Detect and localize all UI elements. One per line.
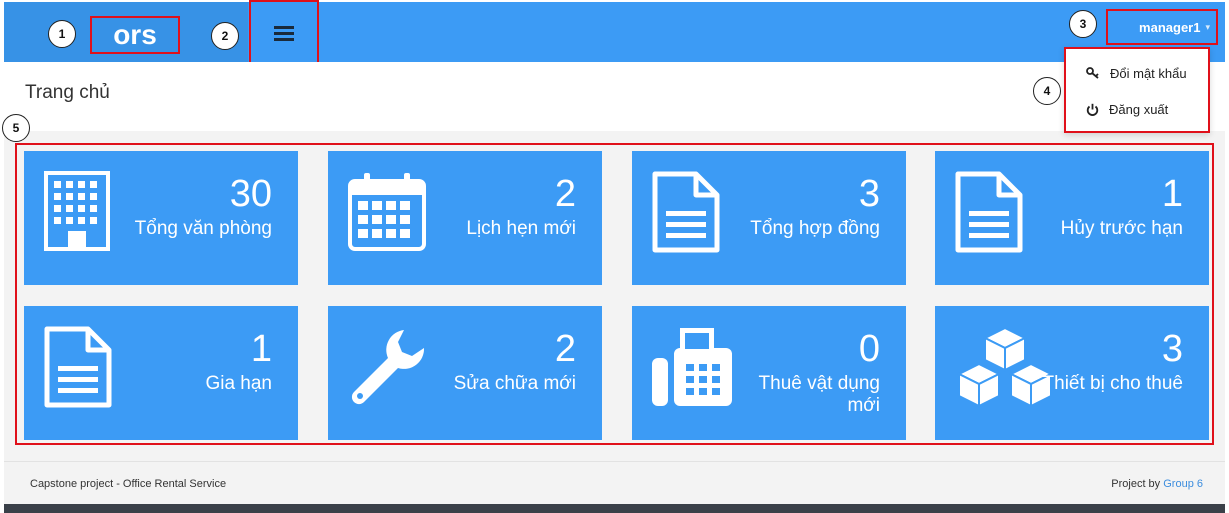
- tile-label: Tổng hợp đồng: [750, 218, 880, 239]
- tile-equipment-rental[interactable]: 0 Thuê vật dụng mới: [632, 306, 906, 440]
- tile-label: Sửa chữa mới: [453, 373, 576, 394]
- tile-early-cancel[interactable]: 1 Hủy trước hạn: [935, 151, 1209, 285]
- tile-label: Hủy trước hạn: [1060, 218, 1183, 239]
- document-icon: [44, 326, 112, 408]
- logout-item[interactable]: Đăng xuất: [1086, 99, 1168, 119]
- fax-icon: [652, 328, 732, 406]
- group-link[interactable]: Group 6: [1163, 478, 1203, 490]
- power-icon: [1086, 103, 1099, 116]
- callout-4: 4: [1033, 77, 1061, 105]
- tile-value: 3: [858, 173, 880, 215]
- chevron-down-icon: ▾: [1205, 21, 1210, 32]
- tile-value: 0: [858, 328, 880, 370]
- username-label: manager1: [1139, 19, 1201, 35]
- tile-renewal[interactable]: 1 Gia hạn: [24, 306, 298, 440]
- footer-credit-prefix: Project by: [1111, 478, 1161, 490]
- calendar-icon: [348, 173, 426, 251]
- document-icon: [955, 171, 1023, 253]
- bottom-bar: [4, 504, 1225, 513]
- tile-value: 30: [229, 173, 272, 215]
- change-password-label: Đổi mật khẩu: [1110, 65, 1187, 81]
- tile-label: Gia hạn: [205, 373, 272, 394]
- tile-contracts[interactable]: 3 Tổng hợp đồng: [632, 151, 906, 285]
- brand-logo[interactable]: ors: [90, 16, 180, 54]
- tile-appointments[interactable]: 2 Lịch hẹn mới: [328, 151, 602, 285]
- tile-label: Thuê vật dụng mới: [758, 373, 880, 416]
- footer: Capstone project - Office Rental Service…: [4, 461, 1225, 504]
- callout-1: 1: [48, 20, 76, 48]
- user-menu-toggle[interactable]: manager1 ▾: [1106, 9, 1218, 45]
- menu-toggle-button[interactable]: [249, 0, 319, 66]
- tile-value: 1: [1161, 173, 1183, 215]
- footer-project-text: Capstone project - Office Rental Service: [30, 478, 227, 490]
- document-icon: [652, 171, 720, 253]
- tile-label: Lịch hẹn mới: [466, 218, 576, 239]
- tile-label: Tổng văn phòng: [134, 218, 272, 239]
- tile-repairs[interactable]: 2 Sửa chữa mới: [328, 306, 602, 440]
- cubes-icon: [956, 326, 1054, 408]
- callout-2: 2: [211, 22, 239, 50]
- wrench-icon: [351, 330, 425, 405]
- callout-3: 3: [1069, 10, 1097, 38]
- tile-value: 1: [250, 328, 272, 370]
- top-navbar: ors manager1 ▾: [4, 0, 1225, 66]
- tile-value: 2: [554, 173, 576, 215]
- change-password-item[interactable]: Đổi mật khẩu: [1086, 63, 1187, 83]
- user-dropdown-menu: Đổi mật khẩu Đăng xuất: [1064, 47, 1210, 133]
- hamburger-icon: [274, 26, 294, 41]
- tile-value: 2: [554, 328, 576, 370]
- tile-offices[interactable]: 30 Tổng văn phòng: [24, 151, 298, 285]
- callout-5: 5: [2, 114, 30, 142]
- footer-credit: Project by Group 6: [1111, 478, 1203, 490]
- key-icon: [1086, 67, 1099, 79]
- tile-label: Thiết bị cho thuê: [1042, 373, 1183, 394]
- tile-rental-devices[interactable]: 3 Thiết bị cho thuê: [935, 306, 1209, 440]
- logout-label: Đăng xuất: [1109, 101, 1169, 117]
- page-title: Trang chủ: [25, 82, 110, 103]
- building-icon: [44, 171, 110, 251]
- tile-value: 3: [1161, 328, 1183, 370]
